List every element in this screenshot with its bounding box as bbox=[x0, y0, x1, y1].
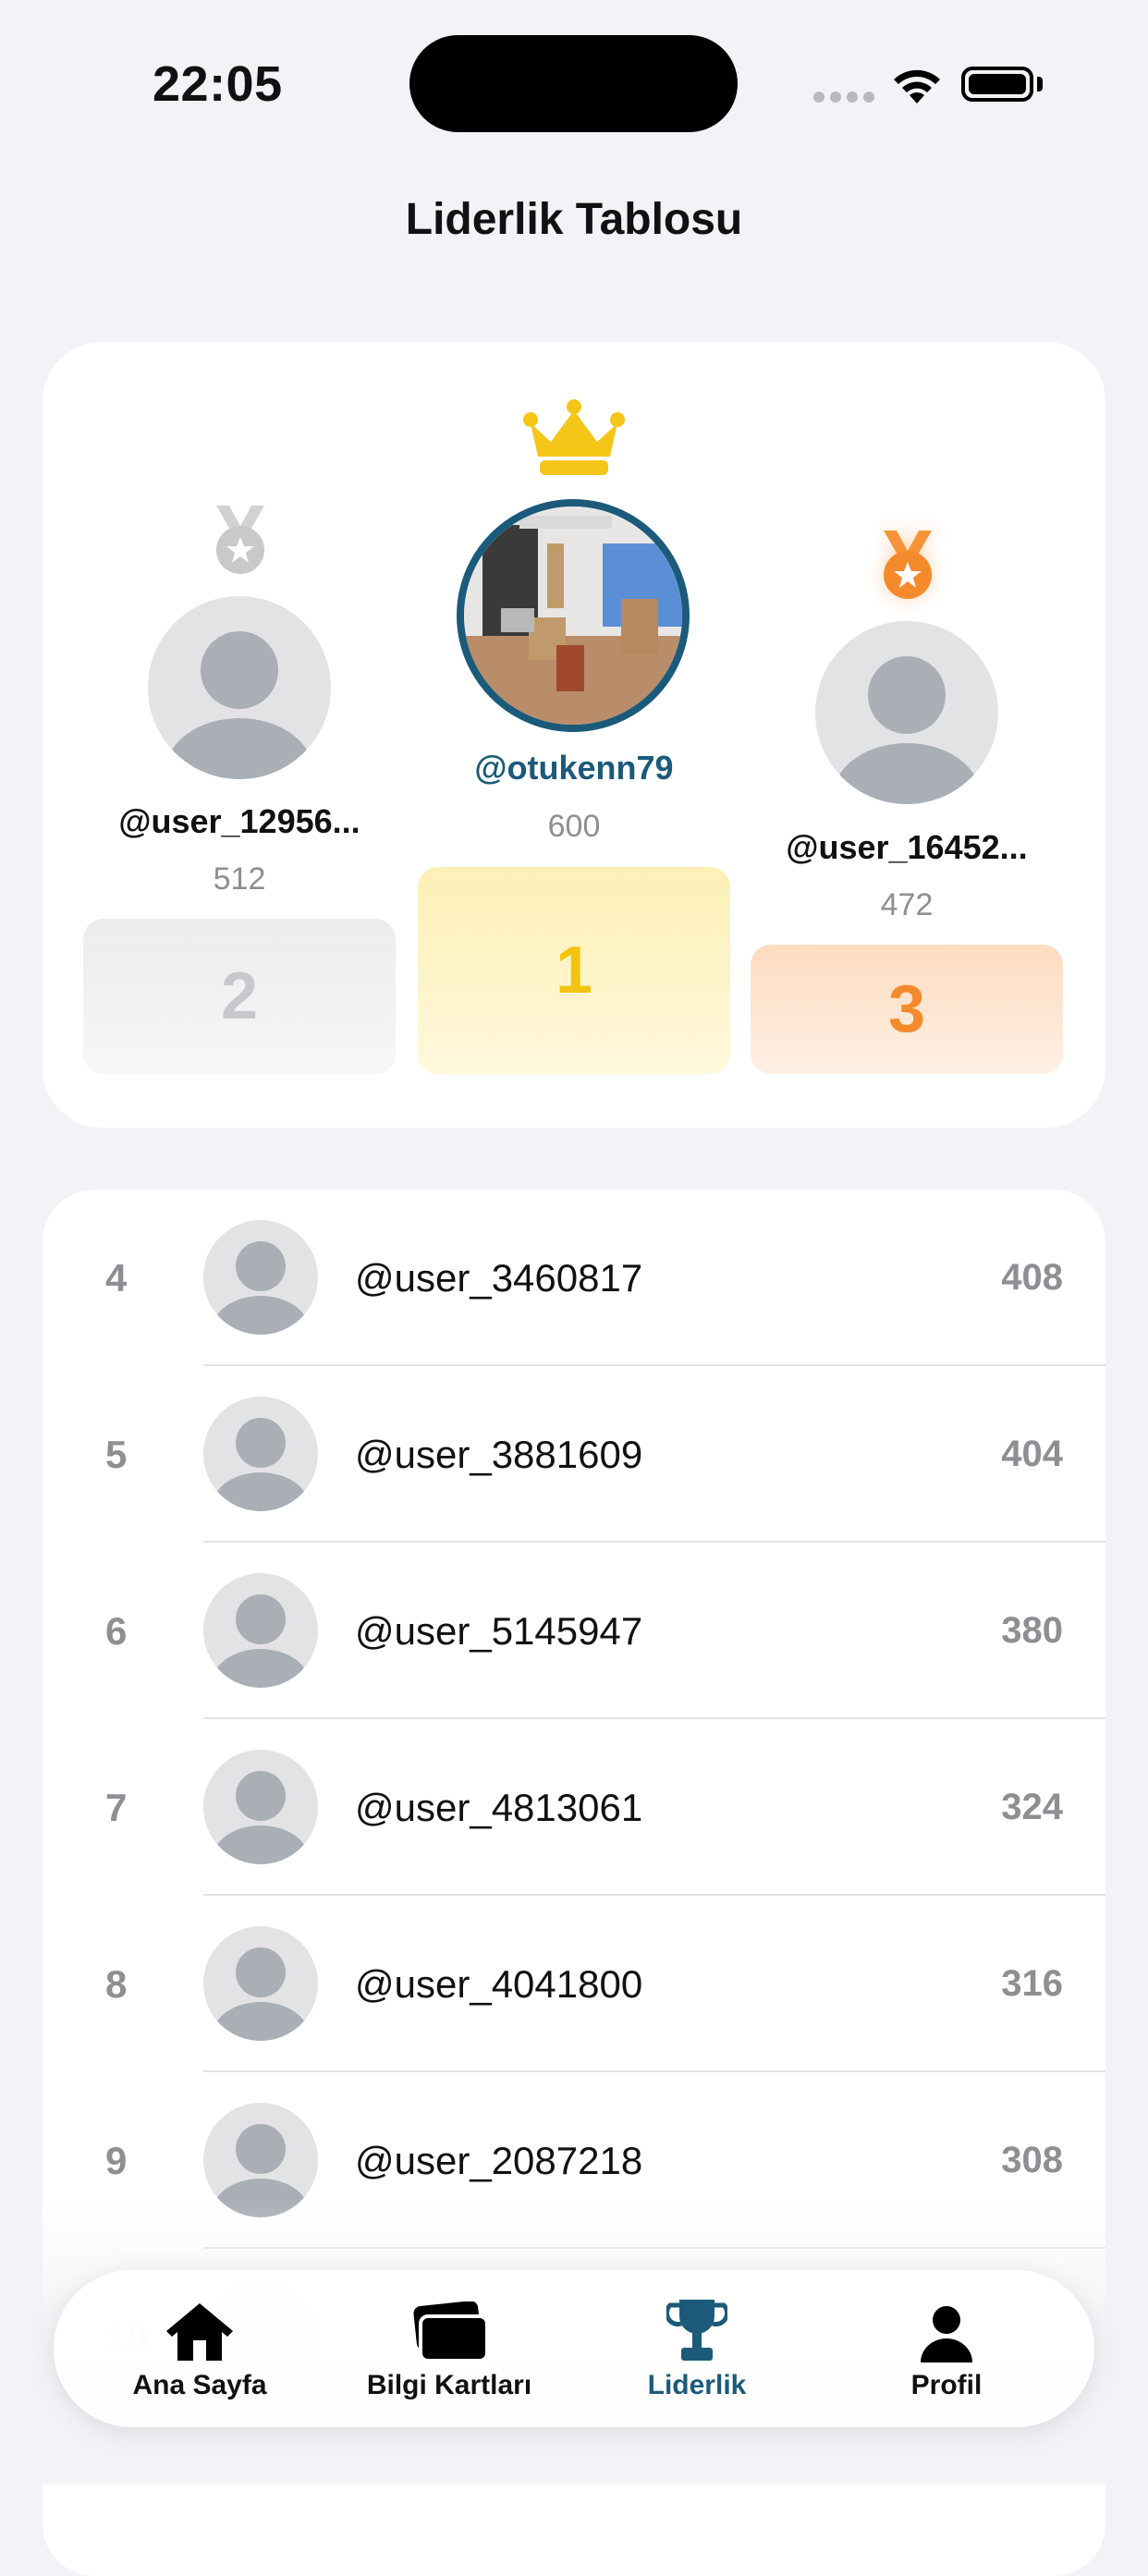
leaderboard-row[interactable]: 6 @user_5145947 380 bbox=[43, 1543, 1105, 1719]
avatar bbox=[203, 1397, 318, 1511]
cards-icon bbox=[329, 2292, 569, 2362]
tab-label: Ana Sayfa bbox=[132, 2370, 267, 2400]
wifi-icon bbox=[889, 65, 945, 110]
battery-icon bbox=[961, 67, 1033, 102]
person-icon bbox=[826, 2292, 1067, 2362]
podium-third-block: 3 bbox=[751, 945, 1063, 1074]
podium-second-avatar[interactable] bbox=[148, 596, 331, 779]
podium-first-score: 600 bbox=[547, 809, 601, 844]
battery-nub bbox=[1037, 77, 1043, 92]
row-score: 324 bbox=[1001, 1787, 1063, 1827]
row-score: 408 bbox=[1001, 1257, 1063, 1298]
page-title: Liderlik Tablosu bbox=[405, 195, 743, 244]
tab-ana-sayfa[interactable]: Ana Sayfa bbox=[79, 2270, 320, 2427]
podium-first-avatar[interactable] bbox=[457, 499, 690, 732]
avatar bbox=[203, 1220, 318, 1335]
podium-third-score: 472 bbox=[880, 887, 934, 922]
tab-liderlik[interactable]: Liderlik bbox=[577, 2270, 817, 2427]
tab-profil[interactable]: Profil bbox=[826, 2270, 1067, 2427]
podium-third-avatar[interactable] bbox=[815, 621, 998, 804]
row-score: 316 bbox=[1001, 1963, 1063, 2004]
row-rank: 4 bbox=[105, 1256, 128, 1300]
tab-bilgi-kartlari[interactable]: Bilgi Kartları bbox=[329, 2270, 569, 2427]
podium-first-block: 1 bbox=[418, 867, 730, 1074]
tab-label: Bilgi Kartları bbox=[366, 2370, 532, 2400]
tab-bar: Ana Sayfa Bilgi Kartları Liderlik Profil bbox=[54, 2270, 1094, 2427]
cellular-signal-icon bbox=[813, 91, 880, 107]
tab-label: Profil bbox=[910, 2370, 983, 2400]
avatar bbox=[203, 1750, 318, 1864]
podium-second-block: 2 bbox=[83, 919, 396, 1074]
podium-second-username: @user_12956... bbox=[118, 802, 360, 840]
row-rank: 5 bbox=[105, 1433, 128, 1476]
row-score: 404 bbox=[1001, 1434, 1063, 1474]
row-score: 380 bbox=[1001, 1610, 1063, 1651]
row-username: @user_4041800 bbox=[355, 1962, 643, 2006]
row-username: @user_5145947 bbox=[355, 1609, 643, 1653]
silver-medal-icon bbox=[207, 504, 274, 582]
podium-third-username: @user_16452... bbox=[786, 828, 1028, 866]
row-username: @user_3881609 bbox=[355, 1433, 643, 1476]
leaderboard-row[interactable]: 5 @user_3881609 404 bbox=[43, 1366, 1105, 1543]
avatar bbox=[203, 1573, 318, 1688]
trophy-icon bbox=[577, 2292, 817, 2362]
bronze-medal-icon bbox=[874, 529, 941, 607]
leaderboard-row[interactable]: 7 @user_4813061 324 bbox=[43, 1719, 1105, 1896]
row-rank: 6 bbox=[105, 1609, 128, 1653]
house-icon bbox=[79, 2292, 320, 2362]
leaderboard-row[interactable]: 4 @user_3460817 408 bbox=[43, 1190, 1105, 1366]
row-username: @user_4813061 bbox=[355, 1786, 643, 1829]
podium-first-username[interactable]: @otukenn79 bbox=[418, 749, 730, 787]
crown-icon bbox=[523, 399, 625, 483]
avatar bbox=[203, 1926, 318, 2041]
status-time: 22:05 bbox=[153, 56, 283, 112]
tab-label: Liderlik bbox=[647, 2370, 747, 2400]
row-rank: 8 bbox=[105, 1962, 128, 2006]
leaderboard-row[interactable]: 8 @user_4041800 316 bbox=[43, 1896, 1105, 2072]
dynamic-island bbox=[409, 35, 738, 132]
row-username: @user_3460817 bbox=[355, 1256, 643, 1300]
row-rank: 7 bbox=[105, 1786, 128, 1829]
podium-second-score: 512 bbox=[213, 861, 266, 897]
